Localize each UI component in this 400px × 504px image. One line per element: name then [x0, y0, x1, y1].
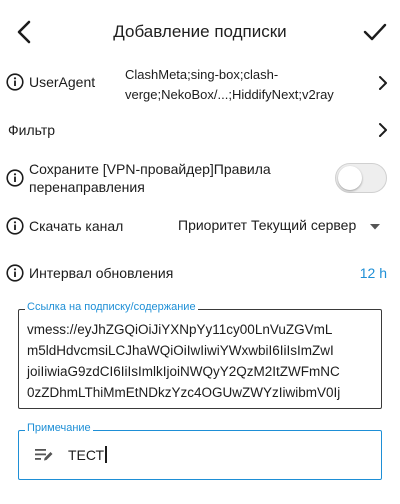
page-title: Добавление подписки [113, 22, 287, 41]
check-icon[interactable] [362, 20, 388, 44]
download-channel-label: Скачать канал [29, 218, 124, 234]
subscription-link-line: m5ldHdvcmsiLCJhaWQiOiIwIiwiYWxwbiI6IiIsI… [27, 343, 334, 358]
subscription-link-line: 0zZDhmLThiMmEtNDkzYzc4OGUwZWYzIiwibmV0Ij [27, 385, 341, 400]
filter-label: Фильтр [8, 122, 56, 138]
note-label: Примечание [25, 422, 93, 434]
redirect-rules-label: Сохраните [VPN-провайдер]Правила перенап… [29, 160, 271, 196]
note-input[interactable]: ТЕСТ [68, 446, 107, 463]
update-interval-value[interactable]: 12 h [360, 265, 387, 281]
user-agent-label: UserAgent [29, 74, 96, 90]
user-agent-value-line: verge;NekoBox/...;HiddifyNext;v2ray [125, 87, 334, 102]
subscription-link-line: joiIiwiaG9zdCI6IiIsImlkIjoiNWQyY2QzM2ItZ… [27, 364, 340, 379]
update-interval-label: Интервал обновления [29, 265, 174, 281]
filter-row[interactable]: Фильтр [0, 112, 400, 148]
redirect-rules-label-line: Сохраните [VPN-провайдер]Правила [29, 161, 271, 177]
note-field[interactable]: Примечание ТЕСТ [18, 422, 382, 480]
toggle-knob [338, 166, 362, 190]
dropdown-arrow-icon[interactable] [369, 223, 381, 231]
app-bar: Добавление подписки [0, 0, 400, 62]
download-channel-select[interactable]: Приоритет Текущий сервер [178, 217, 356, 233]
note-value: ТЕСТ [68, 447, 105, 463]
info-icon[interactable] [6, 73, 24, 91]
subscription-link-field[interactable]: Ссылка на подписку/содержание vmess://ey… [18, 301, 382, 409]
subscription-link-label: Ссылка на подписку/содержание [25, 301, 198, 313]
subscription-link-text[interactable]: vmess://eyJhZGQiOiJiYXNpYy11cy00LnVuZGVm… [27, 319, 377, 403]
info-icon[interactable] [6, 264, 24, 282]
user-agent-value: ClashMeta;sing-box;clash- verge;NekoBox/… [125, 65, 385, 105]
info-icon[interactable] [6, 217, 24, 235]
chevron-right-icon [379, 123, 387, 137]
redirect-rules-toggle[interactable] [335, 163, 387, 193]
text-cursor [105, 446, 107, 463]
notes-icon [35, 449, 53, 461]
subscription-link-line: vmess://eyJhZGQiOiJiYXNpYy11cy00LnVuZGVm… [27, 322, 333, 337]
redirect-rules-label-line: перенаправления [29, 179, 145, 195]
update-interval-row[interactable]: Интервал обновления [0, 256, 400, 292]
info-icon[interactable] [6, 169, 24, 187]
user-agent-value-line: ClashMeta;sing-box;clash- [125, 67, 279, 82]
